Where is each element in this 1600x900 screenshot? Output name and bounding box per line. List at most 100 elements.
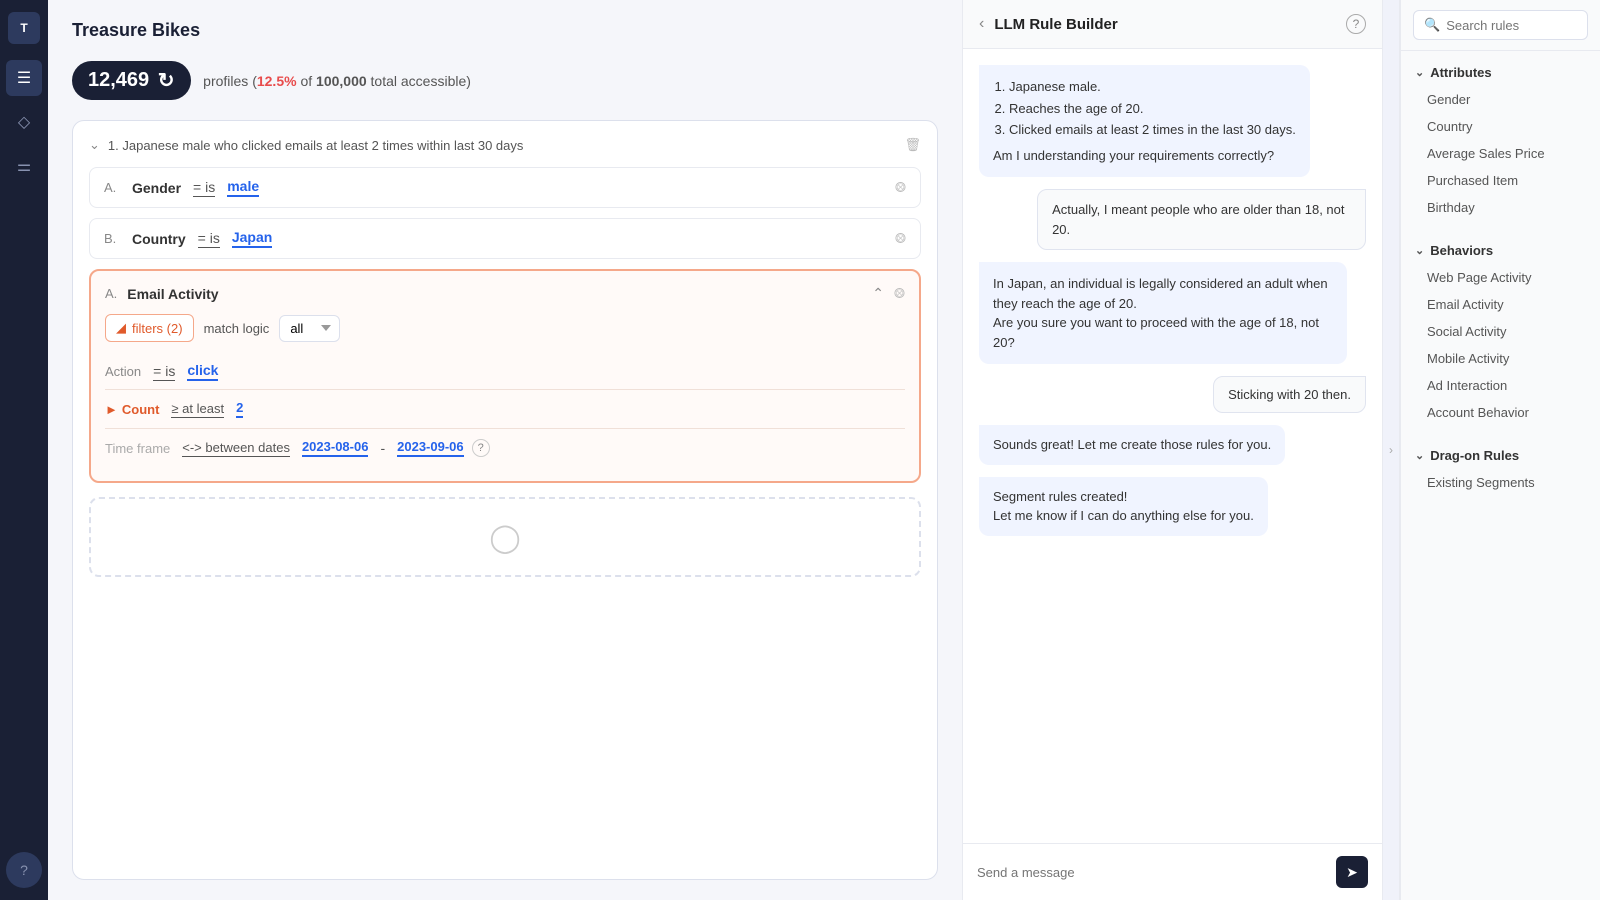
- llm-header: ‹ LLM Rule Builder ?: [963, 0, 1382, 49]
- activity-title: Email Activity: [127, 286, 862, 302]
- rule-op-country: = is: [198, 230, 220, 248]
- rule-item-birthday[interactable]: Birthday: [1401, 194, 1600, 221]
- rule-field-gender: Gender: [132, 180, 181, 196]
- rule-group-header: ⌄ 1. Japanese male who clicked emails at…: [89, 137, 921, 153]
- llm-user-text-2: Sticking with 20 then.: [1228, 387, 1351, 402]
- search-rules-input[interactable]: [1446, 18, 1577, 33]
- rule-item-mobile-activity[interactable]: Mobile Activity: [1401, 345, 1600, 372]
- llm-bot-text-2: In Japan, an individual is legally consi…: [993, 276, 1328, 350]
- rule-remove-country[interactable]: ⨷: [895, 230, 906, 247]
- rule-item-email-activity[interactable]: Email Activity: [1401, 291, 1600, 318]
- attributes-chevron: ⌄: [1415, 66, 1424, 79]
- sidebar-icon-dashboard[interactable]: ☰: [6, 60, 42, 96]
- rule-remove-gender[interactable]: ⨷: [895, 179, 906, 196]
- refresh-icon[interactable]: ↻: [157, 72, 175, 90]
- behaviors-chevron: ⌄: [1415, 244, 1424, 257]
- count-row: ► Count ≥ at least 2: [105, 390, 905, 429]
- timeframe-date-start[interactable]: 2023-08-06: [302, 439, 369, 457]
- filters-label: filters (2): [132, 321, 183, 336]
- llm-help-icon[interactable]: ?: [1346, 14, 1366, 34]
- profile-text: profiles (12.5% of 100,000 total accessi…: [203, 73, 471, 89]
- llm-bot-text-3: Sounds great! Let me create those rules …: [993, 437, 1271, 452]
- activity-remove-icon[interactable]: ⨷: [894, 285, 905, 302]
- count-op: ≥ at least: [171, 401, 224, 418]
- attributes-header[interactable]: ⌄ Attributes: [1401, 59, 1600, 86]
- llm-input-row: ➤: [963, 843, 1382, 900]
- rule-field-country: Country: [132, 231, 186, 247]
- llm-send-button[interactable]: ➤: [1336, 856, 1368, 888]
- llm-message-4: Sticking with 20 then.: [1213, 376, 1366, 413]
- panel-collapse-handle[interactable]: ›: [1382, 0, 1400, 900]
- llm-message-2: Actually, I meant people who are older t…: [1037, 189, 1366, 250]
- llm-panel: ‹ LLM Rule Builder ? Japanese male. Reac…: [962, 0, 1382, 900]
- activity-card-header: A. Email Activity ⌃ ⨷: [105, 285, 905, 302]
- action-val[interactable]: click: [187, 362, 218, 381]
- rule-val-gender[interactable]: male: [227, 178, 259, 197]
- match-logic-select[interactable]: all any: [279, 315, 340, 342]
- email-activity-card: A. Email Activity ⌃ ⨷ ◢ filters (2) matc…: [89, 269, 921, 483]
- sidebar-icon-code[interactable]: ◇: [6, 104, 42, 140]
- drag-on-label: Drag-on Rules: [1430, 448, 1519, 463]
- rule-item-web-page[interactable]: Web Page Activity: [1401, 264, 1600, 291]
- filters-row: ◢ filters (2) match logic all any: [105, 314, 905, 342]
- llm-list-item-3: Clicked emails at least 2 times in the l…: [1009, 120, 1296, 140]
- action-op: = is: [153, 363, 175, 381]
- rule-row-gender: A. Gender = is male ⨷: [89, 167, 921, 208]
- rule-item-account-behavior[interactable]: Account Behavior: [1401, 399, 1600, 426]
- behaviors-section: ⌄ Behaviors Web Page Activity Email Acti…: [1401, 229, 1600, 434]
- llm-messages: Japanese male. Reaches the age of 20. Cl…: [963, 49, 1382, 843]
- drag-on-section: ⌄ Drag-on Rules Existing Segments: [1401, 434, 1600, 504]
- activity-label: A.: [105, 286, 117, 301]
- rule-op-gender: = is: [193, 179, 215, 197]
- llm-message-6: Segment rules created!Let me know if I c…: [979, 477, 1268, 536]
- rule-item-ad-interaction[interactable]: Ad Interaction: [1401, 372, 1600, 399]
- rule-item-avg-sales-price[interactable]: Average Sales Price: [1401, 140, 1600, 167]
- timeframe-dash: -: [380, 440, 385, 456]
- page-title: Treasure Bikes: [72, 20, 938, 41]
- rule-item-gender[interactable]: Gender: [1401, 86, 1600, 113]
- left-sidebar: T ☰ ◇ ⚌ ?: [0, 0, 48, 900]
- filters-button[interactable]: ◢ filters (2): [105, 314, 194, 342]
- match-logic-label: match logic: [204, 321, 270, 336]
- rules-sidebar: 🔍 ⌄ Attributes Gender Country Average Sa…: [1400, 0, 1600, 900]
- llm-collapse-icon[interactable]: ‹: [979, 15, 984, 33]
- rule-item-country[interactable]: Country: [1401, 113, 1600, 140]
- drag-on-header[interactable]: ⌄ Drag-on Rules: [1401, 442, 1600, 469]
- llm-message-3: In Japan, an individual is legally consi…: [979, 262, 1347, 364]
- count-badge: 12,469 ↻: [72, 61, 191, 100]
- rule-item-purchased-item[interactable]: Purchased Item: [1401, 167, 1600, 194]
- attributes-section: ⌄ Attributes Gender Country Average Sale…: [1401, 51, 1600, 229]
- profile-count: 12,469: [88, 69, 149, 92]
- rule-label-b: B.: [104, 231, 124, 246]
- attributes-label: Attributes: [1430, 65, 1491, 80]
- rule-item-existing-segments[interactable]: Existing Segments: [1401, 469, 1600, 496]
- rule-item-social-activity[interactable]: Social Activity: [1401, 318, 1600, 345]
- timeframe-row: Time frame <-> between dates 2023-08-06 …: [105, 429, 905, 467]
- highlight-pct: 12.5%: [257, 73, 297, 89]
- drop-zone-icon: ◯: [489, 521, 520, 554]
- rule-group-title: 1. Japanese male who clicked emails at l…: [108, 138, 897, 153]
- behaviors-header[interactable]: ⌄ Behaviors: [1401, 237, 1600, 264]
- drag-on-chevron: ⌄: [1415, 449, 1424, 462]
- sidebar-help-icon[interactable]: ?: [6, 852, 42, 888]
- count-val[interactable]: 2: [236, 400, 243, 418]
- timeframe-date-end[interactable]: 2023-09-06: [397, 439, 464, 457]
- activity-chevron-icon[interactable]: ⌃: [872, 285, 884, 302]
- llm-user-text-1: Actually, I meant people who are older t…: [1052, 202, 1344, 237]
- search-icon: 🔍: [1424, 17, 1440, 33]
- llm-title: LLM Rule Builder: [994, 16, 1336, 33]
- rule-val-country[interactable]: Japan: [232, 229, 272, 248]
- rule-group-chevron[interactable]: ⌄: [89, 137, 100, 153]
- count-expand[interactable]: ► Count: [105, 402, 159, 417]
- main-content: Treasure Bikes 12,469 ↻ profiles (12.5% …: [48, 0, 962, 900]
- llm-message-1: Japanese male. Reaches the age of 20. Cl…: [979, 65, 1310, 177]
- rule-group-delete-icon[interactable]: 🗑: [904, 137, 921, 153]
- count-label: Count: [122, 402, 160, 417]
- rules-container: ⌄ 1. Japanese male who clicked emails at…: [72, 120, 938, 880]
- llm-message-5: Sounds great! Let me create those rules …: [979, 425, 1285, 465]
- timeframe-help-icon[interactable]: ?: [472, 439, 490, 457]
- sidebar-icon-users[interactable]: ⚌: [6, 148, 42, 184]
- llm-message-input[interactable]: [977, 865, 1328, 880]
- drop-zone[interactable]: ◯: [89, 497, 921, 577]
- rules-search: 🔍: [1401, 0, 1600, 51]
